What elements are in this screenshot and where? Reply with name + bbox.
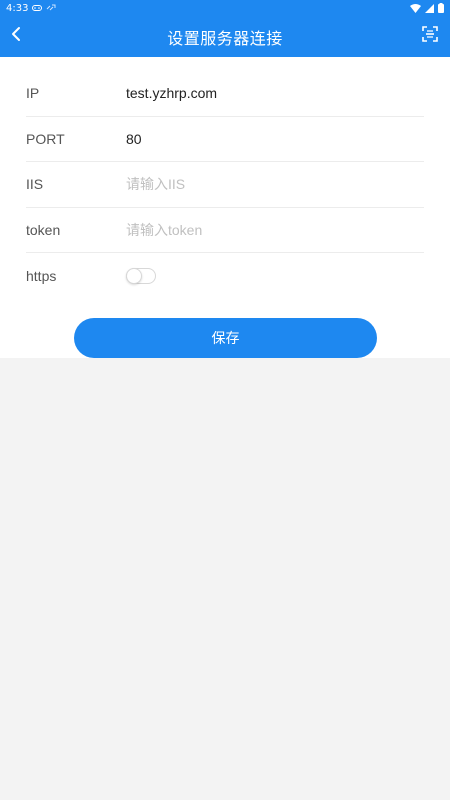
token-input[interactable] bbox=[126, 221, 424, 238]
iis-input[interactable] bbox=[126, 176, 424, 193]
status-right bbox=[410, 3, 444, 13]
page-title: 设置服务器连接 bbox=[167, 28, 283, 48]
chevron-left-icon bbox=[10, 26, 22, 46]
scan-icon bbox=[422, 26, 438, 46]
scan-button[interactable] bbox=[416, 22, 444, 50]
form-row-iis: IIS bbox=[26, 162, 424, 208]
https-toggle[interactable] bbox=[126, 267, 156, 284]
ip-label: IP bbox=[26, 85, 40, 102]
port-label: PORT bbox=[26, 130, 65, 147]
form-row-port: PORT bbox=[26, 117, 424, 162]
https-toggle-knob bbox=[126, 267, 142, 284]
token-label: token bbox=[26, 221, 61, 238]
form-row-token: token bbox=[26, 208, 424, 253]
settings-form-card: IP PORT IIS token https 保存 bbox=[0, 57, 450, 358]
https-label: https bbox=[26, 267, 57, 284]
ip-input[interactable] bbox=[126, 85, 424, 102]
port-input[interactable] bbox=[126, 130, 424, 147]
settings-form: IP PORT IIS token https bbox=[26, 71, 424, 299]
form-row-ip: IP bbox=[26, 71, 424, 117]
link-icon bbox=[46, 4, 56, 12]
app-bar: 设置服务器连接 bbox=[0, 16, 450, 57]
form-row-https: https bbox=[26, 253, 424, 299]
back-button[interactable] bbox=[2, 22, 30, 50]
signal-icon bbox=[425, 3, 434, 13]
iis-label: IIS bbox=[26, 176, 44, 193]
save-button[interactable]: 保存 bbox=[74, 318, 377, 358]
status-time: 4:33 bbox=[6, 2, 29, 14]
game-controller-icon bbox=[32, 4, 43, 12]
battery-icon bbox=[438, 3, 444, 13]
status-left: 4:33 bbox=[6, 3, 56, 14]
status-bar: 4:33 bbox=[0, 0, 450, 16]
wifi-icon bbox=[410, 3, 421, 13]
